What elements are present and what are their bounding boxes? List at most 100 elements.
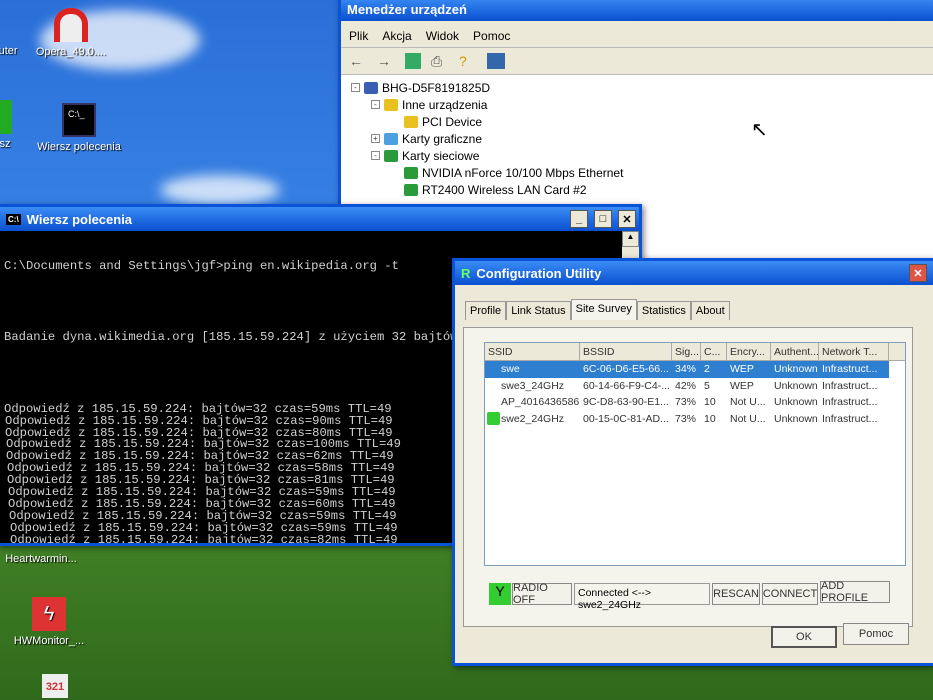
tree-node-label: NVIDIA nForce 10/100 Mbps Ethernet bbox=[422, 165, 624, 180]
maximize-button[interactable]: □ bbox=[594, 210, 612, 228]
column-header[interactable]: BSSID bbox=[580, 343, 672, 360]
menu-pomoc[interactable]: Pomoc bbox=[473, 29, 510, 43]
column-header[interactable]: C... bbox=[701, 343, 727, 360]
table-cell: 6C-06-D6-E5-66... bbox=[580, 361, 672, 378]
table-cell: Infrastruct... bbox=[822, 396, 878, 409]
device-icon bbox=[384, 98, 398, 111]
cmd-icon: C:\ bbox=[6, 213, 21, 225]
column-header[interactable]: SSID bbox=[485, 343, 580, 360]
media-player-icon[interactable]: 321 bbox=[42, 674, 68, 698]
menu-widok[interactable]: Widok bbox=[426, 29, 459, 43]
toolbar: ← → ⎙ ? bbox=[341, 47, 933, 75]
table-cell: Unknown bbox=[774, 379, 818, 392]
tree-node[interactable]: PCI Device bbox=[351, 113, 925, 130]
table-cell: 5 bbox=[704, 379, 710, 392]
device-icon bbox=[404, 166, 418, 179]
opera-icon bbox=[54, 8, 88, 42]
column-header[interactable]: Sig... bbox=[672, 343, 701, 360]
tree-node[interactable]: - Inne urządzenia bbox=[351, 96, 925, 113]
rescan-button[interactable]: RESCAN bbox=[712, 583, 760, 605]
collapse-icon[interactable]: - bbox=[351, 83, 360, 92]
tree-node[interactable]: RT2400 Wireless LAN Card #2 bbox=[351, 181, 925, 198]
desktop-icon-opera[interactable]: Opera_49.0.... bbox=[26, 8, 116, 58]
back-icon[interactable]: ← bbox=[349, 53, 367, 69]
table-row[interactable]: swe2_24GHz 00-15-0C-81-AD... 73% 10 Not U...… bbox=[485, 411, 905, 428]
hwmonitor-icon: ϟ bbox=[32, 597, 66, 631]
tree-node[interactable]: + Karty graficzne bbox=[351, 130, 925, 147]
collapse-icon[interactable]: - bbox=[371, 151, 380, 160]
table-cell: Infrastruct... bbox=[822, 379, 878, 392]
desktop-icon-cmd[interactable]: C:\_ Wiersz polecenia bbox=[33, 103, 125, 153]
table-cell: swe bbox=[485, 361, 580, 378]
collapse-icon[interactable]: - bbox=[371, 100, 380, 109]
column-header[interactable]: Authent... bbox=[771, 343, 819, 360]
desktop-icon-hwmonitor[interactable]: ϟ HWMonitor_... bbox=[4, 597, 94, 647]
minimize-button[interactable]: _ bbox=[570, 210, 588, 228]
column-header[interactable]: Encry... bbox=[727, 343, 771, 360]
show-hide-tree-icon[interactable] bbox=[405, 53, 421, 69]
menu-plik[interactable]: Plik bbox=[349, 29, 368, 43]
tree-node[interactable]: NVIDIA nForce 10/100 Mbps Ethernet bbox=[351, 164, 925, 181]
properties-icon[interactable] bbox=[487, 53, 505, 69]
configuration-utility-window: R Configuration Utility ✕ Profile Link S… bbox=[452, 258, 933, 666]
table-cell: Unknown bbox=[771, 361, 819, 378]
table-cell: Unknown bbox=[774, 412, 818, 425]
tree-node-label: Karty graficzne bbox=[402, 131, 483, 146]
cmd-icon: C:\_ bbox=[62, 103, 96, 137]
tree-node-label: Inne urządzenia bbox=[402, 97, 488, 112]
table-row[interactable]: AP_4016436586 9C-D8-63-90-E1... 73% 10 Not U… bbox=[485, 394, 905, 411]
icon-label: Opera_49.0.... bbox=[35, 46, 107, 58]
cmd-titlebar[interactable]: C:\ Wiersz polecenia _ □ ✕ bbox=[0, 207, 639, 231]
icon-label: sz bbox=[0, 138, 11, 150]
table-cell: Infrastruct... bbox=[819, 361, 889, 378]
table-cell: 00-15-0C-81-AD... bbox=[583, 412, 669, 425]
tree-node[interactable]: - Karty sieciowe bbox=[351, 147, 925, 164]
connected-icon bbox=[487, 412, 500, 426]
desktop-icon-heartwarming[interactable]: Heartwarmin... bbox=[0, 553, 86, 565]
table-cell: 73% bbox=[675, 412, 697, 425]
tab-profile[interactable]: Profile bbox=[465, 301, 507, 320]
tab-statistics[interactable]: Statistics bbox=[636, 301, 691, 320]
table-cell: 60-14-66-F9-C4-... bbox=[583, 379, 670, 392]
connection-status: Connected <--> swe2_24GHz bbox=[574, 583, 710, 611]
close-button[interactable]: ✕ bbox=[909, 264, 927, 282]
window-title: Configuration Utility bbox=[476, 265, 602, 281]
help-icon[interactable]: ? bbox=[459, 53, 477, 69]
table-row[interactable]: swe3_24GHz 60-14-66-F9-C4-... 42% 5 WEP Unkno… bbox=[485, 378, 905, 395]
table-header: SSID BSSID Sig... C... Encry... Authent... Net… bbox=[485, 343, 905, 361]
expand-icon[interactable]: + bbox=[371, 134, 380, 143]
recycle-bin-icon bbox=[0, 100, 12, 134]
window-title: Wiersz polecenia bbox=[26, 211, 133, 227]
add-profile-button[interactable]: ADD PROFILE bbox=[820, 580, 890, 604]
site-survey-panel: SSID BSSID Sig... C... Encry... Authent... Net… bbox=[463, 327, 913, 627]
device-manager-titlebar[interactable]: Menedżer urządzeń bbox=[341, 0, 933, 21]
connect-button[interactable]: CONNECT bbox=[762, 583, 818, 605]
tab-link-status[interactable]: Link Status bbox=[506, 301, 571, 320]
close-button[interactable]: ✕ bbox=[618, 210, 636, 228]
icon-label: Wiersz polecenia bbox=[37, 141, 121, 153]
column-header[interactable]: Network T... bbox=[819, 343, 889, 360]
device-icon bbox=[384, 132, 398, 145]
help-button[interactable]: Pomoc bbox=[843, 623, 909, 645]
ok-button[interactable]: OK bbox=[771, 626, 837, 648]
table-cell: 10 bbox=[704, 396, 716, 409]
scroll-up-button[interactable]: ▲ bbox=[622, 231, 639, 247]
tree-node-label: BHG-D5F8191825D bbox=[382, 80, 491, 95]
table-cell: 2 bbox=[701, 361, 727, 378]
config-titlebar[interactable]: R Configuration Utility ✕ bbox=[455, 261, 933, 285]
table-cell: 34% bbox=[672, 361, 701, 378]
print-icon[interactable]: ⎙ bbox=[431, 53, 449, 69]
table-cell: Unknown bbox=[774, 396, 818, 409]
menu-akcja[interactable]: Akcja bbox=[382, 29, 411, 43]
table-row[interactable]: swe 6C-06-D6-E5-66... 34% 2 WEP Unknown Infras… bbox=[485, 361, 905, 378]
network-list[interactable]: SSID BSSID Sig... C... Encry... Authent... Net… bbox=[484, 342, 906, 566]
device-icon bbox=[384, 149, 398, 162]
forward-icon[interactable]: → bbox=[377, 53, 395, 69]
cloud bbox=[160, 175, 280, 205]
icon-label: puter bbox=[0, 45, 18, 57]
tab-site-survey[interactable]: Site Survey bbox=[570, 299, 637, 320]
table-cell: swe3_24GHz bbox=[501, 379, 565, 392]
radio-off-button[interactable]: RADIO OFF bbox=[512, 582, 572, 606]
tree-node[interactable]: - BHG-D5F8191825D bbox=[351, 79, 925, 96]
tab-about[interactable]: About bbox=[690, 301, 730, 320]
